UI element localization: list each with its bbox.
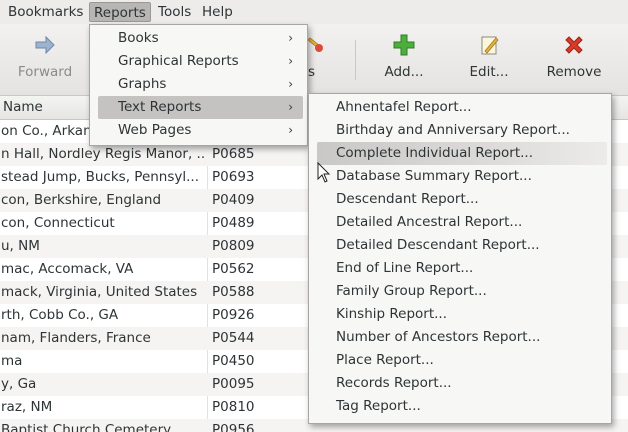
forward-button[interactable]: Forward [12,28,78,90]
place-id-cell: P0926 [212,307,255,323]
mouse-pointer-icon [317,162,331,183]
place-id-cell: P0588 [212,284,255,300]
menu-item-web-pages[interactable]: Web Pages › [94,119,303,142]
place-id-cell: P0685 [212,146,255,162]
edit-label: Edit... [469,64,509,80]
menu-item-text-reports[interactable]: Text Reports › [98,96,303,119]
place-name-cell: stead Jump, Bucks, Pennsyl... [1,169,200,185]
menu-reports[interactable]: Reports [89,2,151,22]
menu-item-detailed-descendant-report[interactable]: Detailed Descendant Report... [313,234,607,257]
menu-item-kinship-report[interactable]: Kinship Report... [313,303,607,326]
place-name-cell: con, Berkshire, England [1,192,162,208]
forward-label: Forward [17,64,73,80]
edit-button[interactable]: Edit... [460,28,518,90]
submenu-arrow-icon: › [288,77,293,91]
forward-arrow-icon [35,35,55,55]
place-id-cell: P0562 [212,261,255,277]
menu-item-books[interactable]: Books › [94,27,303,50]
edit-icon [481,36,499,55]
menu-item-label: Books [118,30,159,46]
menu-item-complete-individual-report[interactable]: Complete Individual Report... [317,142,607,165]
place-name-cell: con, Connecticut [1,215,115,231]
text-reports-submenu: Ahnentafel Report... Birthday and Annive… [308,93,612,424]
menu-item-end-of-line-report[interactable]: End of Line Report... [313,257,607,280]
menu-item-database-summary-report[interactable]: Database Summary Report... [313,165,607,188]
place-id-cell: P0956 [212,422,255,432]
place-id-cell: P0809 [212,238,255,254]
place-name-cell: Baptist Church Cemetery ... [1,422,189,432]
reports-menu: Books › Graphical Reports › Graphs › Tex… [89,24,308,146]
menu-help[interactable]: Help [198,2,237,22]
place-id-cell: P0693 [212,169,255,185]
menu-item-label: Web Pages [118,122,192,138]
menu-item-family-group-report[interactable]: Family Group Report... [313,280,607,303]
remove-button[interactable]: Remove [540,28,608,90]
menubar: Bookmarks Reports Tools Help [0,0,628,24]
place-id-cell: P0489 [212,215,255,231]
menu-bookmarks[interactable]: Bookmarks [4,2,87,22]
menu-item-number-of-ancestors-report[interactable]: Number of Ancestors Report... [313,326,607,349]
toolbar-separator [355,40,356,80]
menu-item-ahnentafel-report[interactable]: Ahnentafel Report... [313,96,607,119]
add-label: Add... [384,64,424,80]
place-name-cell: n Hall, Nordley Regis Manor, ... [1,146,206,162]
column-header-name[interactable]: Name [3,99,43,115]
place-id-cell: P0450 [212,353,255,369]
menu-item-place-report[interactable]: Place Report... [313,349,607,372]
place-id-cell: P0544 [212,330,255,346]
place-name-cell: u, NM [1,238,40,254]
submenu-arrow-icon: › [288,54,293,68]
menu-item-graphical-reports[interactable]: Graphical Reports › [94,50,303,73]
menu-item-records-report[interactable]: Records Report... [313,372,607,395]
menu-item-descendant-report[interactable]: Descendant Report... [313,188,607,211]
menu-item-tag-report[interactable]: Tag Report... [313,395,607,418]
place-name-cell: nam, Flanders, France [1,330,151,346]
remove-x-icon [565,36,583,54]
submenu-arrow-icon: › [288,100,293,114]
place-name-cell: mac, Accomack, VA [1,261,134,277]
remove-label: Remove [546,64,602,80]
add-button[interactable]: Add... [374,28,434,90]
plus-icon [393,34,415,56]
place-name-cell: y, Ga [1,376,37,392]
menu-item-label: Graphical Reports [118,53,239,69]
menu-item-detailed-ancestral-report[interactable]: Detailed Ancestral Report... [313,211,607,234]
place-id-cell: P0810 [212,399,255,415]
place-id-cell: P0095 [212,376,255,392]
menu-item-graphs[interactable]: Graphs › [94,73,303,96]
place-name-cell: raz, NM [1,399,53,415]
place-name-cell: ma [1,353,23,369]
submenu-arrow-icon: › [288,123,293,137]
submenu-arrow-icon: › [288,31,293,45]
menu-tools[interactable]: Tools [154,2,195,22]
place-name-cell: rth, Cobb Co., GA [1,307,119,323]
menu-item-label: Graphs [118,76,167,92]
menu-item-label: Text Reports [118,99,202,115]
menu-item-birthday-anniversary-report[interactable]: Birthday and Anniversary Report... [313,119,607,142]
place-id-cell: P0409 [212,192,255,208]
place-name-cell: mack, Virginia, United States [1,284,198,300]
